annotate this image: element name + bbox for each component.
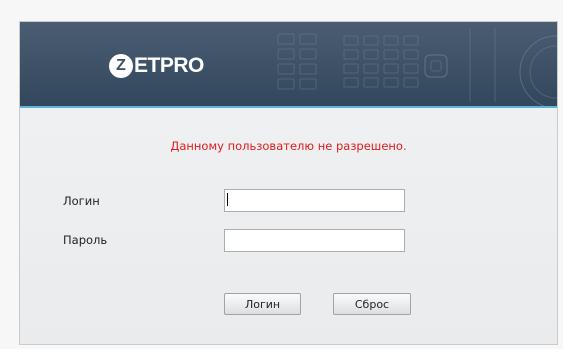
login-button[interactable]: Логин [224, 293, 301, 315]
reset-button[interactable]: Сброс [333, 293, 411, 315]
text-caret-container [224, 189, 234, 212]
login-form: Данному пользователю не разрешено. Логин… [20, 108, 557, 344]
logo-text: ETPRO [134, 54, 204, 77]
zetpro-logo: Z ETPRO [109, 52, 204, 80]
error-message: Данному пользователю не разрешено. [170, 139, 407, 153]
login-label: Логин [63, 194, 100, 208]
password-input[interactable] [224, 229, 405, 252]
login-input[interactable] [224, 189, 405, 212]
logo-mark-letter: Z [116, 57, 126, 74]
header-banner: Z ETPRO [20, 22, 557, 106]
password-label: Пароль [63, 233, 108, 247]
device-illustration [277, 28, 557, 106]
text-caret [227, 193, 228, 206]
login-panel: Z ETPRO Данному пользователю не разрешен… [19, 21, 558, 345]
logo-mark-icon: Z [109, 54, 133, 78]
